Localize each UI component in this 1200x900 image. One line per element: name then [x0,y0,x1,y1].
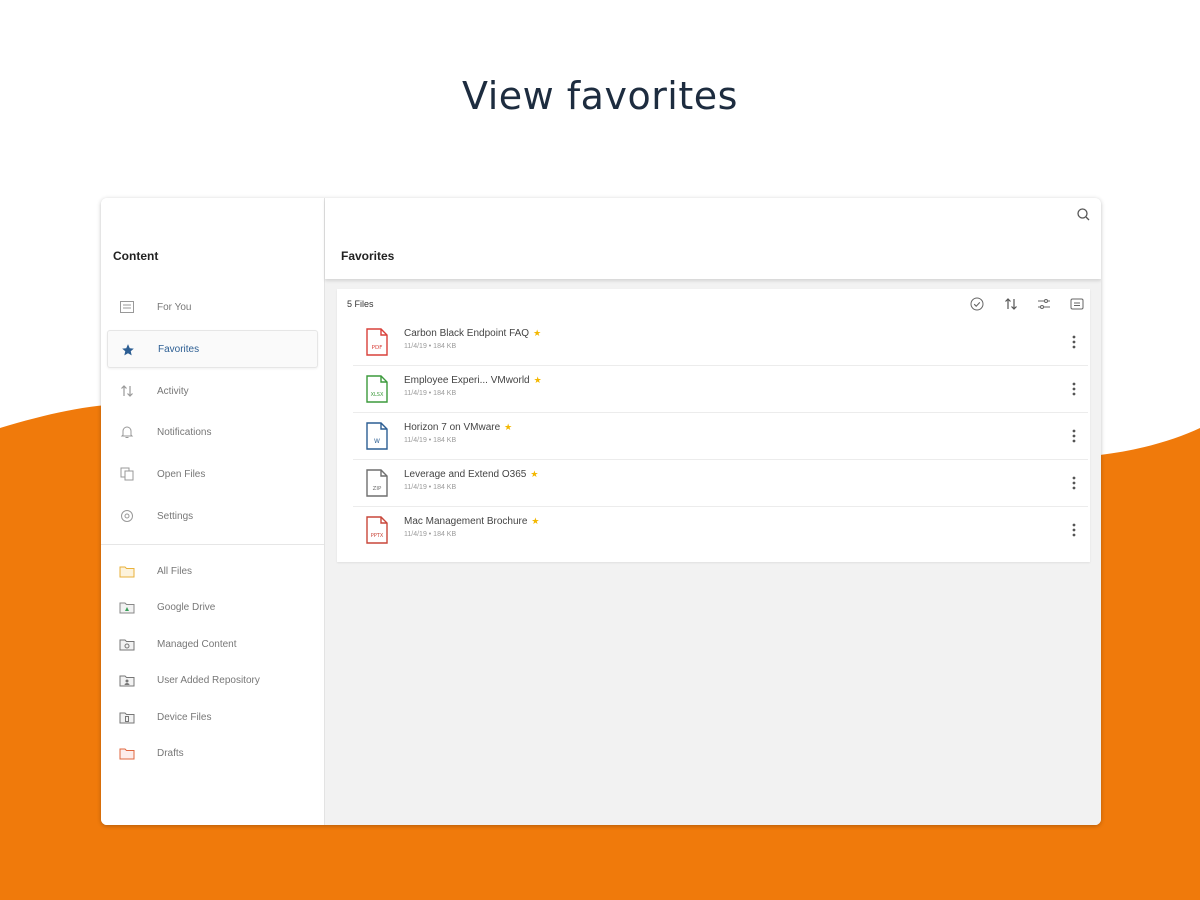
file-meta: 11/4/19 • 184 KB [404,484,457,491]
word-file-icon: W [366,422,388,450]
sidebar-item-managed-content[interactable]: Managed Content [107,625,318,663]
more-options-button[interactable] [1068,474,1080,492]
sidebar-item-label: Managed Content [157,638,237,650]
more-options-button[interactable] [1068,333,1080,351]
filter-button[interactable] [1036,296,1052,312]
sidebar-item-activity[interactable]: Activity [107,372,318,410]
more-vertical-icon [1072,382,1076,396]
sidebar-item-open-files[interactable]: Open Files [107,455,318,493]
sidebar-item-label: Notifications [157,426,212,438]
file-meta: 11/4/19 • 184 KB [404,343,457,350]
sort-button[interactable] [1003,296,1019,312]
more-options-button[interactable] [1068,427,1080,445]
file-name: Leverage and Extend O365 ★ [404,469,539,480]
headline: View favorites [462,74,738,118]
sidebar-item-settings[interactable]: Settings [107,497,318,535]
file-row[interactable]: PDF Carbon Black Endpoint FAQ ★ 11/4/19 •… [353,319,1088,366]
presentation-file-icon: PPTX [366,516,388,544]
sidebar-item-user-added-repository[interactable]: User Added Repository [107,661,318,699]
more-vertical-icon [1072,523,1076,537]
pdf-file-icon: PDF [366,328,388,356]
device-folder-icon [119,709,135,725]
svg-text:XLSX: XLSX [371,392,384,398]
folder-icon [119,563,135,579]
sidebar-item-for-you[interactable]: For You [107,288,318,326]
sidebar-divider [101,544,324,545]
sidebar-item-label: Device Files [157,711,212,723]
sidebar-item-label: Google Drive [157,601,216,613]
sidebar-item-device-files[interactable]: Device Files [107,698,318,736]
sidebar-item-all-files[interactable]: All Files [107,552,318,590]
marketing-screen: View favorites Content For You Favorites [0,0,1200,900]
file-meta: 11/4/19 • 184 KB [404,531,457,538]
drafts-folder-icon [119,745,135,761]
svg-text:PDF: PDF [372,345,383,351]
file-name: Carbon Black Endpoint FAQ ★ [404,328,542,339]
more-options-button[interactable] [1068,380,1080,398]
file-row[interactable]: W Horizon 7 on VMware ★ 11/4/19 • 184 KB [353,413,1088,460]
file-name: Horizon 7 on VMware ★ [404,422,513,433]
svg-text:W: W [374,438,380,445]
sidebar-item-notifications[interactable]: Notifications [107,413,318,451]
file-name: Mac Management Brochure ★ [404,516,540,527]
view-toggle-icon [1070,298,1084,310]
open-files-icon [119,466,135,482]
view-toggle-button[interactable] [1069,296,1085,312]
bell-icon [119,424,135,440]
sidebar: Content For You Favorites Activity Notif… [101,198,325,825]
favorite-star-icon[interactable]: ★ [530,469,538,479]
sidebar-title: Content [113,249,159,263]
files-card: 5 Files PDF Carbon Black Endpoint FAQ★ [337,289,1090,562]
filter-icon [1038,299,1050,309]
favorite-star-icon[interactable]: ★ [533,328,541,338]
svg-text:ZIP: ZIP [373,486,382,492]
main-header: Favorites [325,198,1101,279]
file-row[interactable]: ZIP Leverage and Extend O365 ★ 11/4/19 • … [353,460,1088,507]
sort-icon [1005,298,1017,310]
file-meta: 11/4/19 • 184 KB [404,437,457,444]
file-count: 5 Files [347,299,374,309]
file-row[interactable]: XLSX Employee Experi... VMworld ★ 11/4/19… [353,366,1088,413]
sidebar-item-label: All Files [157,565,193,577]
favorite-star-icon[interactable]: ★ [534,375,542,385]
favorite-star-icon[interactable]: ★ [504,422,512,432]
sidebar-item-drafts[interactable]: Drafts [107,734,318,772]
sidebar-item-label: Activity [157,385,189,397]
sidebar-item-favorites[interactable]: Favorites [107,330,318,368]
gear-icon [119,508,135,524]
sort-arrows-icon [119,383,135,399]
file-name: Employee Experi... VMworld ★ [404,375,542,386]
sidebar-item-label: Open Files [157,468,206,480]
news-feed-icon [119,299,135,315]
sidebar-item-label: Favorites [158,343,200,355]
file-row[interactable]: PPTX Mac Management Brochure ★ 11/4/19 • … [353,507,1088,554]
more-vertical-icon [1072,335,1076,349]
svg-text:PPTX: PPTX [371,533,384,539]
sidebar-item-label: Settings [157,510,194,522]
select-button[interactable] [969,296,985,312]
user-repository-folder-icon [119,672,135,688]
more-vertical-icon [1072,429,1076,443]
select-check-icon [970,297,984,311]
sidebar-item-label: Drafts [157,747,184,759]
search-icon [1076,207,1089,220]
zip-file-icon: ZIP [366,469,388,497]
search-button[interactable] [1075,206,1091,222]
more-vertical-icon [1072,476,1076,490]
managed-content-folder-icon [119,636,135,652]
sidebar-item-google-drive[interactable]: Google Drive [107,588,318,626]
app-window: Content For You Favorites Activity Notif… [101,198,1101,825]
main-panel: Favorites 5 Files PDF Carbon Black Endpo… [325,198,1101,825]
file-meta: 11/4/19 • 184 KB [404,390,457,397]
page-title: Favorites [341,249,395,263]
star-icon [120,342,136,358]
google-drive-folder-icon [119,599,135,615]
spreadsheet-file-icon: XLSX [366,375,388,403]
sidebar-item-label: For You [157,301,192,313]
sidebar-item-label: User Added Repository [157,674,260,686]
more-options-button[interactable] [1068,521,1080,539]
favorite-star-icon[interactable]: ★ [531,516,539,526]
